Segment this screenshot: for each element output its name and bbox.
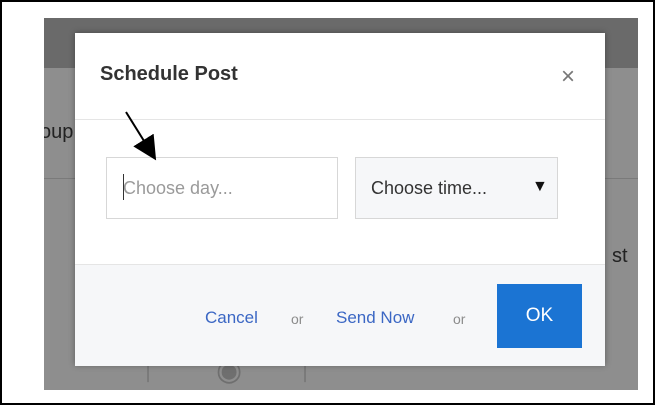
annotation-arrow-icon [125,111,157,161]
